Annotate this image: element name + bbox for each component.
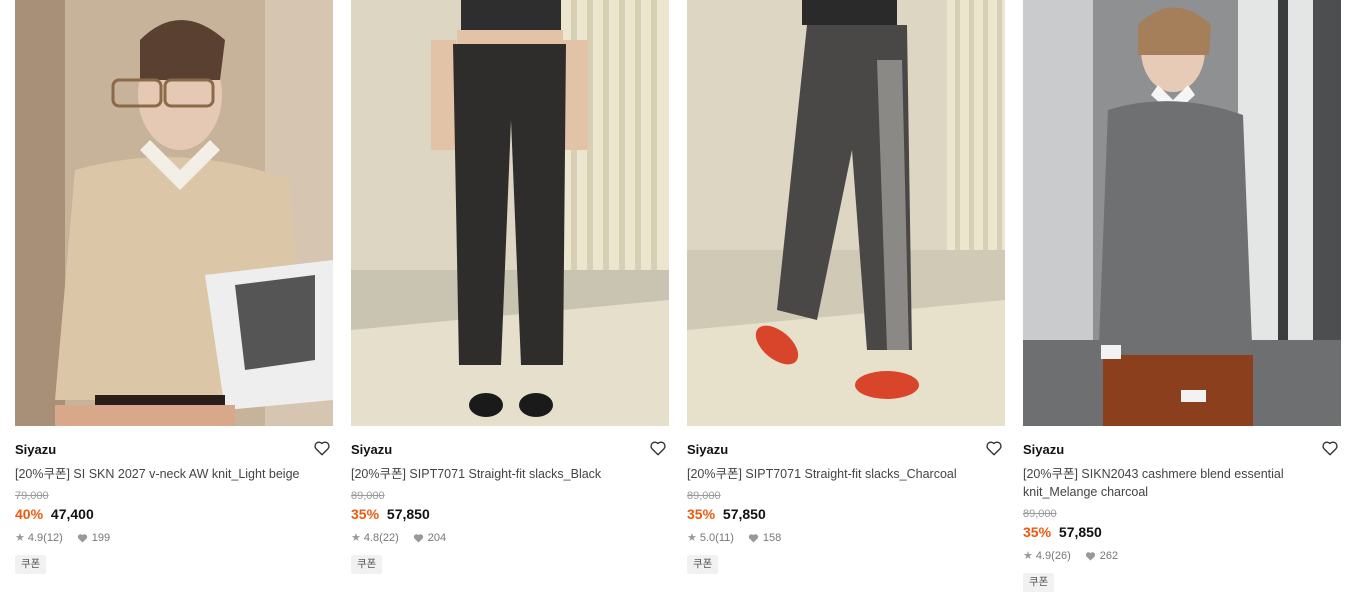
product-card[interactable]: Siyazu [20%쿠폰] SI SKN 2027 v-neck AW kni…: [15, 0, 333, 574]
price-row: 35% 57,850: [1023, 523, 1341, 541]
product-name[interactable]: [20%쿠폰] SIPT7071 Straight-fit slacks_Bla…: [351, 465, 669, 483]
discount-rate: 40%: [15, 506, 44, 522]
rating-value: 4.9: [1035, 550, 1052, 562]
brand-name[interactable]: Siyazu: [351, 442, 392, 457]
heart-filled-icon: [748, 533, 759, 543]
star-icon: ★: [687, 532, 697, 544]
review-count: (22): [379, 532, 399, 544]
product-name[interactable]: [20%쿠폰] SIPT7071 Straight-fit slacks_Cha…: [687, 465, 1005, 483]
review-count: (26): [1051, 550, 1071, 562]
star-icon: ★: [351, 532, 361, 544]
product-image[interactable]: [351, 0, 669, 426]
product-image[interactable]: [15, 0, 333, 426]
star-icon: ★: [15, 532, 25, 544]
model-charcoal-knit-image: [1023, 0, 1341, 426]
black-slacks-image: [351, 0, 669, 426]
price-row: 35% 57,850: [687, 505, 1005, 523]
heart-icon[interactable]: [649, 439, 667, 457]
like-count: 158: [762, 532, 782, 544]
sale-price: 57,850: [1058, 524, 1102, 540]
like-count: 204: [427, 532, 447, 544]
coupon-badge: 쿠폰: [351, 555, 383, 574]
sale-price: 57,850: [386, 506, 430, 522]
product-name[interactable]: [20%쿠폰] SIKN2043 cashmere blend essentia…: [1023, 465, 1313, 501]
coupon-badge: 쿠폰: [15, 555, 47, 574]
like-count: 262: [1099, 550, 1119, 562]
discount-rate: 35%: [687, 506, 716, 522]
sale-price: 57,850: [722, 506, 766, 522]
rating-value: 4.9: [27, 532, 44, 544]
heart-icon[interactable]: [1321, 439, 1339, 457]
product-name[interactable]: [20%쿠폰] SI SKN 2027 v-neck AW knit_Light…: [15, 465, 333, 483]
price-row: 40% 47,400: [15, 505, 333, 523]
star-icon: ★: [1023, 550, 1033, 562]
coupon-badge: 쿠폰: [687, 555, 719, 574]
rating-row: ★ 4.9 (12) 199: [15, 531, 333, 545]
original-price: 89,000: [687, 490, 721, 502]
model-beige-knit-image: [15, 0, 333, 426]
review-count: (11): [715, 532, 734, 544]
heart-filled-icon: [77, 533, 88, 543]
product-card[interactable]: Siyazu [20%쿠폰] SIPT7071 Straight-fit sla…: [351, 0, 669, 574]
product-image[interactable]: [687, 0, 1005, 426]
brand-name[interactable]: Siyazu: [1023, 442, 1064, 457]
product-card[interactable]: Siyazu [20%쿠폰] SIKN2043 cashmere blend e…: [1023, 0, 1341, 592]
product-image[interactable]: [1023, 0, 1341, 426]
review-count: (12): [43, 532, 63, 544]
heart-icon[interactable]: [985, 439, 1003, 457]
brand-name[interactable]: Siyazu: [15, 442, 56, 457]
rating-value: 5.0: [699, 532, 716, 544]
original-price: 79,000: [15, 490, 49, 502]
product-card[interactable]: Siyazu [20%쿠폰] SIPT7071 Straight-fit sla…: [687, 0, 1005, 574]
charcoal-slacks-image: [687, 0, 1005, 426]
brand-name[interactable]: Siyazu: [687, 442, 728, 457]
original-price: 89,000: [1023, 508, 1057, 520]
sale-price: 47,400: [50, 506, 94, 522]
heart-icon[interactable]: [313, 439, 331, 457]
rating-row: ★ 4.8 (22) 204: [351, 531, 669, 545]
original-price: 89,000: [351, 490, 385, 502]
rating-value: 4.8: [363, 532, 380, 544]
rating-row: ★ 4.9 (26) 262: [1023, 549, 1341, 563]
product-grid: Siyazu [20%쿠폰] SI SKN 2027 v-neck AW kni…: [0, 0, 1345, 592]
rating-row: ★ 5.0 (11) 158: [687, 531, 1005, 545]
discount-rate: 35%: [351, 506, 380, 522]
price-row: 35% 57,850: [351, 505, 669, 523]
like-count: 199: [91, 532, 111, 544]
discount-rate: 35%: [1023, 524, 1052, 540]
heart-filled-icon: [413, 533, 424, 543]
heart-filled-icon: [1085, 551, 1096, 561]
